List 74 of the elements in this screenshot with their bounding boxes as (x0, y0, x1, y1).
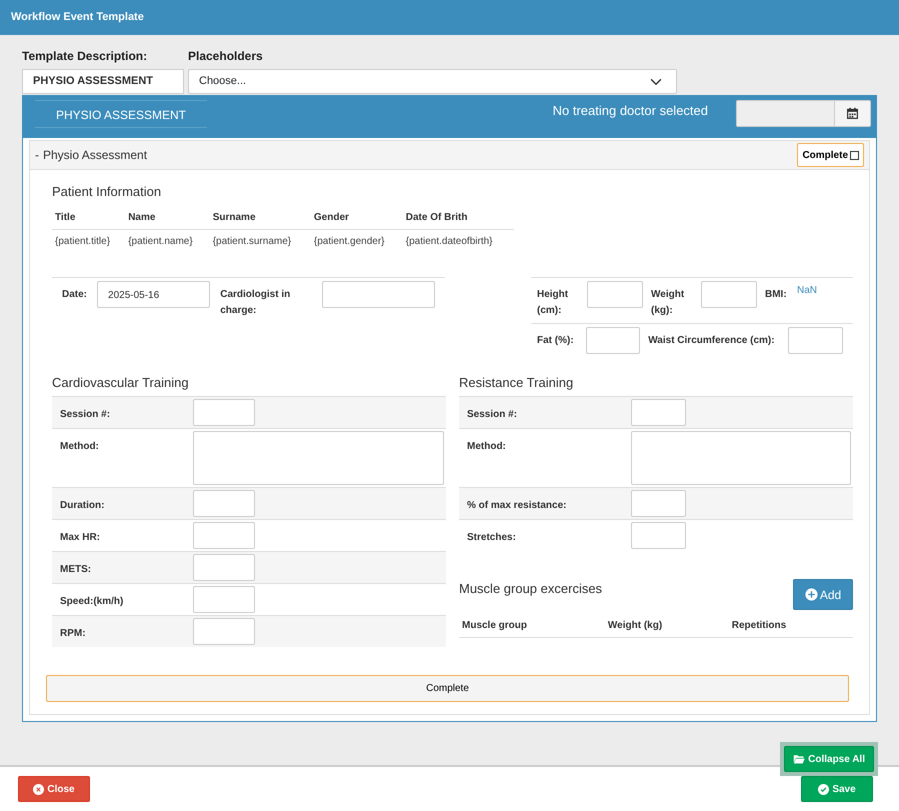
text-input[interactable] (322, 280, 435, 308)
section-heading: Muscle group excercises (459, 580, 602, 598)
field-label: Height (cm): (537, 288, 570, 318)
field-label: Stretches: (466, 531, 517, 545)
field-label: Waist Circumference (cm): (648, 334, 776, 348)
bmi-value: NaN (797, 284, 818, 298)
column-header: Muscle group (459, 610, 605, 638)
field-label: Date: (62, 288, 88, 302)
text-area[interactable] (631, 431, 851, 485)
field-label: Method: (466, 440, 507, 454)
text-input[interactable] (193, 490, 255, 517)
doctor-status: No treating doctor selected (552, 102, 708, 120)
field-label: Cardiologist in charge: (220, 288, 292, 318)
field-label: Max HR: (59, 531, 102, 545)
calendar-button[interactable] (835, 100, 871, 127)
section-heading: Cardiovascular Training (52, 374, 190, 392)
column-header: Title (52, 206, 126, 229)
date-field[interactable] (736, 100, 835, 127)
field-label: Method: (59, 440, 100, 454)
close-button[interactable]: Close (18, 776, 90, 802)
text-input[interactable] (193, 586, 255, 613)
text-input[interactable] (631, 490, 686, 517)
text-input[interactable] (193, 522, 255, 549)
section-heading: Resistance Training (459, 374, 574, 392)
text-input[interactable] (587, 280, 643, 308)
field-label: METS: (59, 563, 92, 577)
folder-icon (793, 753, 806, 765)
panel-tab[interactable]: PHYSIO ASSESSMENT (35, 100, 207, 128)
plus-circle-icon (804, 588, 818, 601)
table-cell: {patient.name} (125, 229, 210, 252)
text-field[interactable]: PHYSIO ASSESSMENT (22, 69, 184, 94)
field-label: Weight (kg): (651, 288, 686, 318)
text-area[interactable] (193, 431, 444, 485)
collapse-toggle[interactable]: - (35, 146, 39, 164)
window-title: Workflow Event Template (11, 10, 144, 26)
table-cell: {patient.gender} (310, 229, 403, 252)
section-heading: Patient Information (52, 183, 162, 201)
complete-toggle[interactable]: Complete (797, 143, 864, 167)
field-label: BMI: (765, 288, 788, 302)
field-label: Template Description: (22, 48, 148, 65)
date-input[interactable]: 2025-05-16 (97, 280, 210, 308)
column-header: Repetitions (728, 610, 853, 638)
column-header: Surname (210, 206, 311, 229)
field-label: Placeholders (188, 48, 264, 65)
section-title: Physio Assessment (43, 147, 148, 164)
text-input[interactable] (701, 280, 757, 308)
field-label: Fat (%): (537, 334, 575, 348)
column-header: Gender (310, 206, 403, 229)
text-input[interactable] (631, 522, 686, 549)
checkbox[interactable] (850, 150, 859, 160)
calendar-icon (846, 107, 859, 120)
complete-button[interactable]: Complete (46, 675, 849, 702)
field-label: Speed:(km/h) (59, 595, 124, 609)
text-input[interactable] (788, 326, 843, 354)
close-icon (33, 784, 44, 794)
text-input[interactable] (193, 554, 255, 581)
field-label: Session #: (59, 408, 112, 422)
table-cell: {patient.surname} (210, 229, 311, 252)
field-label: Duration: (59, 499, 106, 513)
add-button[interactable]: Add (793, 579, 853, 610)
field-label: Session #: (466, 408, 518, 422)
text-input[interactable] (193, 399, 255, 426)
table-cell: {patient.dateofbirth} (402, 229, 514, 252)
column-header: Date Of Brith (402, 206, 514, 229)
column-header: Name (125, 206, 210, 229)
text-input[interactable] (193, 618, 255, 645)
field-label: RPM: (59, 627, 87, 641)
placeholder-dropdown[interactable]: Choose... (188, 69, 677, 94)
table-cell: {patient.title} (52, 229, 126, 252)
text-input[interactable] (631, 399, 686, 426)
field-label: % of max resistance: (466, 499, 568, 513)
text-input[interactable] (586, 326, 640, 354)
column-header: Weight (kg) (604, 610, 729, 638)
check-circle-icon (818, 784, 830, 794)
